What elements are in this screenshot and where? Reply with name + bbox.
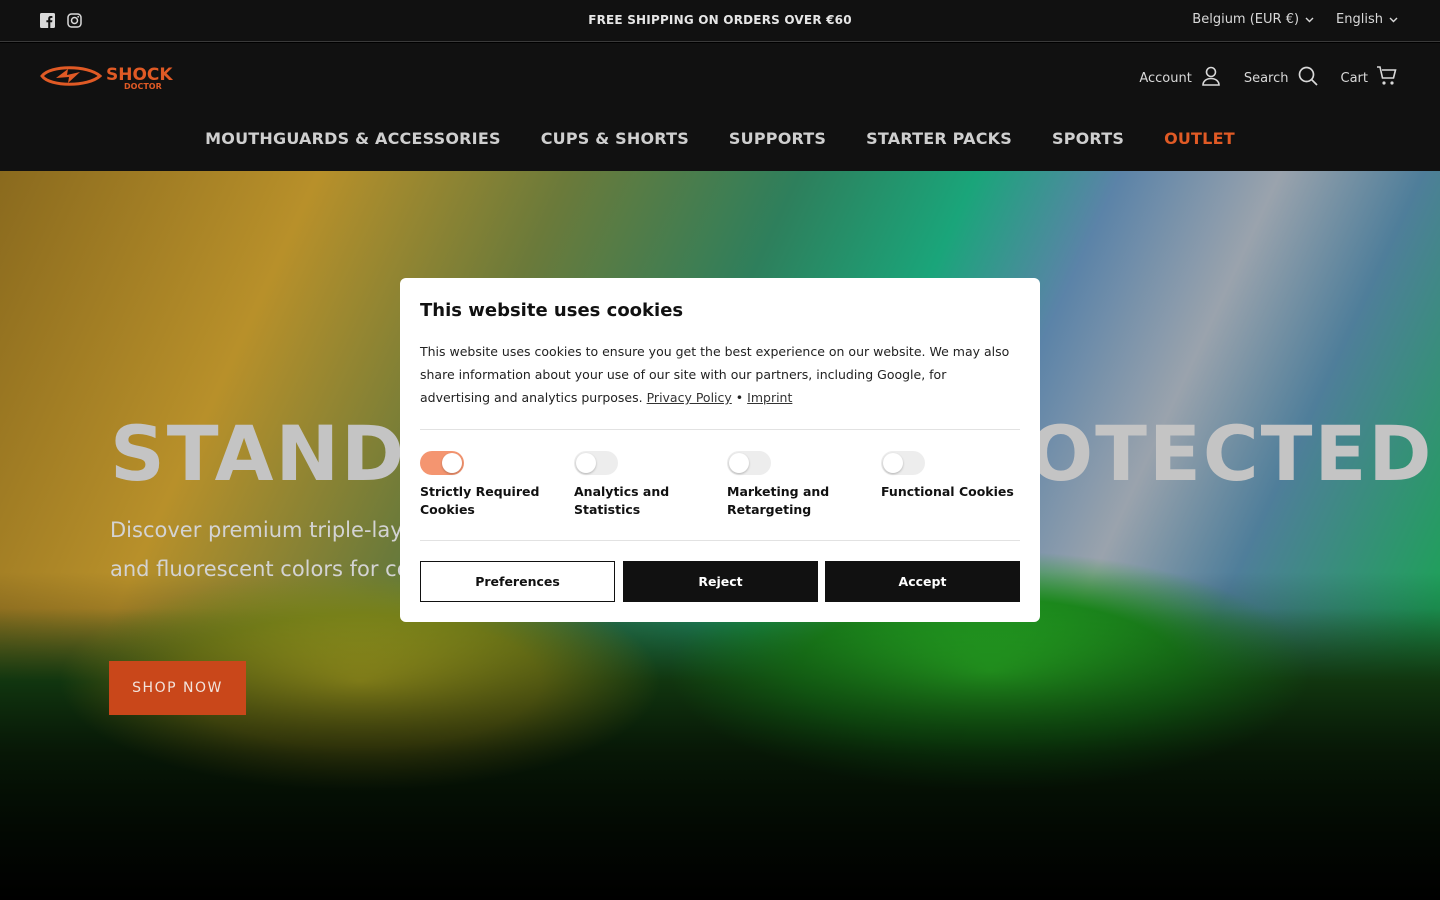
switch-knob <box>442 453 462 473</box>
chevron-down-icon <box>1305 12 1314 27</box>
account-label: Account <box>1139 70 1192 86</box>
logo-text-bottom: DOCTOR <box>124 82 162 91</box>
cookie-dialog-body: This website uses cookies to ensure you … <box>420 340 1020 409</box>
nav-item-mouthguards[interactable]: MOUTHGUARDS & ACCESSORIES <box>205 129 501 148</box>
cart-link[interactable]: Cart <box>1341 65 1399 91</box>
cart-label: Cart <box>1340 70 1369 86</box>
strictly-required-switch[interactable] <box>420 451 464 475</box>
brand-logo[interactable]: SHOCK DOCTOR <box>40 61 192 91</box>
search-icon <box>1297 65 1319 91</box>
logo-mark-icon <box>40 66 103 86</box>
analytics-switch[interactable] <box>574 451 618 475</box>
main-navigation: MOUTHGUARDS & ACCESSORIES CUPS & SHORTS … <box>0 129 1440 148</box>
chevron-down-icon <box>1389 12 1398 27</box>
reject-button[interactable]: Reject <box>623 561 818 602</box>
nav-item-cups-shorts[interactable]: CUPS & SHORTS <box>541 129 689 148</box>
switch-knob <box>576 453 596 473</box>
toggle-analytics: Analytics and Statistics <box>574 451 714 519</box>
nav-item-sports[interactable]: SPORTS <box>1052 129 1124 148</box>
toggle-marketing: Marketing and Retargeting <box>727 451 867 519</box>
functional-switch[interactable] <box>881 451 925 475</box>
nav-item-starter-packs[interactable]: STARTER PACKS <box>866 129 1012 148</box>
site-header: SHOCK DOCTOR Account Search Cart MOUTHGU… <box>0 43 1440 171</box>
accept-button[interactable]: Accept <box>825 561 1020 602</box>
header-utilities: Account Search Cart <box>1139 65 1398 91</box>
cart-icon <box>1376 65 1398 91</box>
cookie-actions: Preferences Reject Accept <box>420 561 1020 602</box>
divider <box>420 429 1020 430</box>
cookie-toggles: Strictly Required Cookies Analytics and … <box>420 451 1020 521</box>
preferences-button[interactable]: Preferences <box>420 561 615 602</box>
switch-knob <box>883 453 903 473</box>
search-link[interactable]: Search <box>1244 65 1319 91</box>
analytics-label: Analytics and Statistics <box>574 484 670 517</box>
country-selector[interactable]: Belgium (EUR €) <box>1192 12 1314 27</box>
account-link[interactable]: Account <box>1139 65 1222 91</box>
privacy-policy-link[interactable]: Privacy Policy <box>647 390 732 405</box>
locale-selectors: Belgium (EUR €) English <box>1192 12 1398 27</box>
toggle-functional: Functional Cookies <box>881 451 1021 501</box>
marketing-label: Marketing and Retargeting <box>727 484 830 517</box>
divider <box>420 540 1020 541</box>
user-icon <box>1200 65 1222 91</box>
nav-item-outlet[interactable]: OUTLET <box>1164 129 1235 148</box>
link-separator: • <box>735 390 744 405</box>
toggle-strictly-required: Strictly Required Cookies <box>420 451 560 519</box>
language-selector[interactable]: English <box>1336 12 1398 27</box>
shop-now-button[interactable]: SHOP NOW <box>109 661 246 715</box>
country-label: Belgium (EUR €) <box>1192 12 1300 27</box>
cookie-dialog-title: This website uses cookies <box>420 300 684 321</box>
cookie-consent-dialog: This website uses cookies This website u… <box>400 278 1040 622</box>
language-label: English <box>1336 12 1383 27</box>
switch-knob <box>729 453 749 473</box>
announcement-bar: FREE SHIPPING ON ORDERS OVER €60 Belgium… <box>0 0 1440 42</box>
marketing-switch[interactable] <box>727 451 771 475</box>
functional-label: Functional Cookies <box>881 484 1014 499</box>
nav-item-supports[interactable]: SUPPORTS <box>729 129 826 148</box>
imprint-link[interactable]: Imprint <box>747 390 792 405</box>
strictly-required-label: Strictly Required Cookies <box>420 484 540 517</box>
search-label: Search <box>1243 70 1289 86</box>
